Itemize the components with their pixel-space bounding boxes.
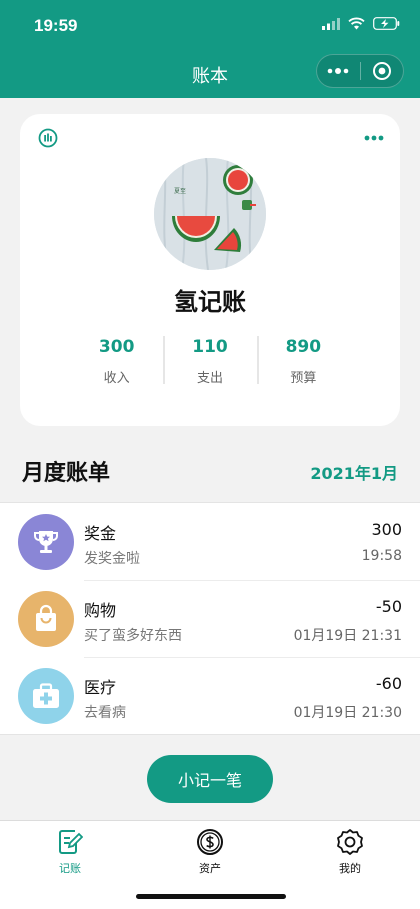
tab-label: 记账: [59, 862, 81, 875]
transaction-note: 买了蛮多好东西: [84, 628, 182, 644]
medical-kit-icon: [33, 683, 59, 708]
tab-bookkeeping[interactable]: 记账: [30, 827, 110, 876]
stat-label: 预算: [290, 371, 317, 386]
stat-income[interactable]: 300 收入: [70, 336, 163, 386]
transaction-amount: -60: [375, 674, 402, 693]
wifi-icon: [348, 17, 365, 30]
tab-label: 我的: [339, 862, 361, 875]
account-book-card: 夏至 氢记账 300 收入 110 支出 890 预算: [20, 114, 400, 426]
section-title: 月度账单: [22, 461, 111, 486]
stat-expense[interactable]: 110 支出: [163, 336, 256, 386]
transaction-title: 医疗: [84, 678, 117, 697]
svg-text:夏至: 夏至: [174, 188, 186, 195]
transaction-row[interactable]: 购物 买了蛮多好东西 -50 01月19日 21:31: [0, 580, 420, 657]
transaction-amount: 300: [371, 520, 402, 539]
add-record-button[interactable]: 小记一笔: [147, 755, 273, 803]
battery-charging-icon: [373, 17, 400, 30]
card-more-button[interactable]: [364, 126, 384, 145]
tab-mine[interactable]: 我的: [310, 827, 390, 876]
stat-budget[interactable]: 890 预算: [256, 336, 350, 386]
app-header: 19:59 账本: [0, 0, 420, 98]
transaction-amount: -50: [375, 597, 402, 616]
transaction-note: 去看病: [84, 705, 126, 721]
transaction-time: 01月19日 21:31: [293, 628, 402, 644]
month-picker[interactable]: 2021年1月: [310, 460, 398, 484]
trophy-icon: [34, 531, 58, 553]
shopping-bag-icon: [36, 604, 56, 631]
category-icon-bonus: [18, 514, 74, 570]
transaction-time: 01月19日 21:30: [293, 705, 402, 721]
category-icon-medical: [18, 668, 74, 724]
book-cover-avatar[interactable]: 夏至: [154, 158, 266, 270]
stat-value: 110: [192, 337, 228, 357]
more-dots-icon: [364, 135, 384, 141]
tab-assets[interactable]: 资产: [170, 827, 250, 876]
transaction-row[interactable]: 医疗 去看病 -60 01月19日 21:30: [0, 657, 420, 734]
home-indicator: [136, 894, 286, 899]
stat-label: 支出: [196, 371, 223, 386]
status-time: 19:59: [34, 16, 78, 35]
close-mini-program-button[interactable]: [360, 55, 403, 87]
status-icons: [322, 17, 400, 30]
transaction-time: 19:58: [361, 548, 402, 564]
transaction-row[interactable]: 奖金 发奖金啦 300 19:58: [0, 503, 420, 580]
note-edit-icon: [30, 827, 110, 857]
target-circle-icon: [372, 62, 391, 80]
mini-program-capsule: [316, 54, 404, 88]
settings-icon: [310, 827, 390, 857]
transaction-note: 发奖金啦: [84, 551, 140, 567]
book-name: 氢记账: [174, 288, 246, 316]
more-menu-button[interactable]: [317, 55, 360, 87]
stat-label: 收入: [103, 371, 130, 386]
stat-value: 300: [98, 337, 135, 357]
bar-chart-circle-icon: [38, 128, 58, 148]
transaction-title: 购物: [84, 601, 117, 620]
tab-label: 资产: [199, 862, 221, 875]
signal-icon: [322, 17, 340, 30]
stat-value: 890: [285, 337, 322, 357]
transaction-title: 奖金: [84, 524, 117, 543]
dollar-coin-icon: [170, 827, 250, 857]
category-icon-shopping: [18, 591, 74, 647]
statistics-button[interactable]: [38, 128, 58, 152]
watermelon-illustration: 夏至: [154, 158, 266, 270]
transaction-list: 奖金 发奖金啦 300 19:58 购物 买了蛮多好东西 -50 01月19日 …: [0, 502, 420, 735]
book-stats: 300 收入 110 支出 890 预算: [70, 336, 350, 386]
more-dots-icon: [327, 68, 349, 74]
